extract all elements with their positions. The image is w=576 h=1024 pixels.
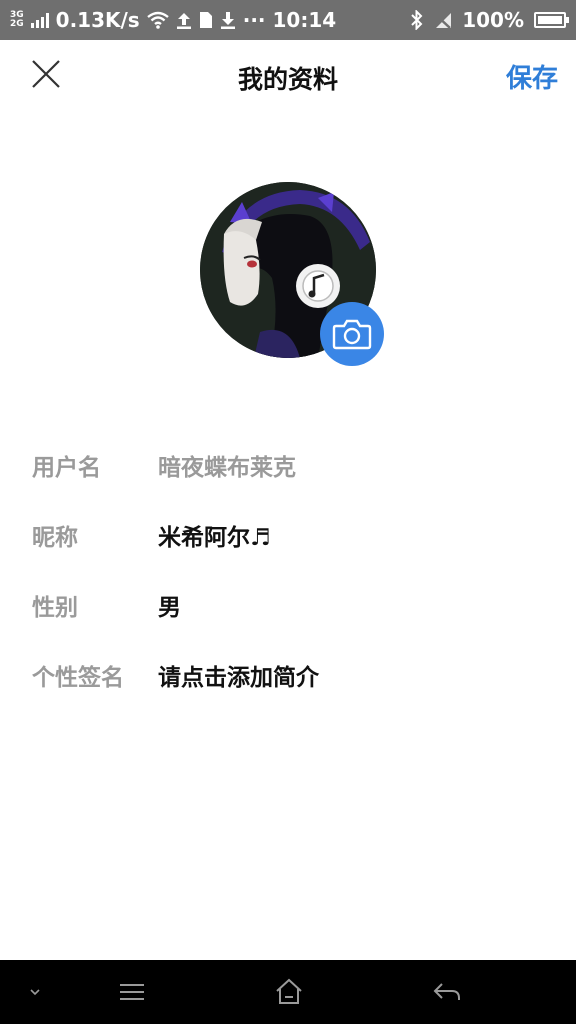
network-speed: 0.13K/s [55,8,140,32]
nickname-row[interactable]: 昵称 米希阿尔♬ [0,510,576,560]
menu-icon [120,984,144,1000]
signature-value[interactable]: 请点击添加简介 [158,658,319,692]
change-avatar-button[interactable] [320,302,384,366]
status-left: 3G 2G 0.13K/s ··· 10:14 [10,8,336,32]
status-time: 10:14 [272,8,337,32]
no-signal-icon [434,11,452,29]
bluetooth-icon [410,10,424,30]
avatar-section [200,182,384,366]
wifi-icon [146,11,169,29]
save-button[interactable]: 保存 [506,58,558,95]
battery-percent: 100% [462,8,524,32]
status-right: 100% [410,8,569,32]
upload-icon [176,11,192,29]
navigation-bar [0,960,576,1024]
status-bar: 3G 2G 0.13K/s ··· 10:14 100% [0,0,576,40]
sim-card-icon [199,11,213,29]
signature-label: 个性签名 [32,665,124,691]
nickname-value[interactable]: 米希阿尔♬ [158,518,271,552]
network-type: 3G 2G [10,11,24,29]
nav-collapse-button[interactable] [18,976,52,1008]
page-title: 我的资料 [237,65,338,94]
signal-icon [30,12,49,28]
signature-row[interactable]: 个性签名 请点击添加简介 [0,650,576,700]
nav-menu-button[interactable] [115,976,149,1008]
battery-fill [538,16,562,24]
gender-value[interactable]: 男 [158,588,181,622]
download-icon [220,11,236,29]
more-notifications: ··· [242,8,266,32]
nickname-label: 昵称 [32,525,78,551]
battery-icon [534,12,569,28]
nav-home-button[interactable] [272,976,306,1008]
chevron-down-icon [30,989,40,996]
username-row: 用户名 暗夜蝶布莱克 [0,440,576,490]
back-icon [433,983,460,1000]
username-value: 暗夜蝶布莱克 [158,455,296,481]
nav-back-button[interactable] [430,976,464,1008]
gender-row[interactable]: 性别 男 [0,580,576,630]
network-type-bottom: 2G [10,19,24,29]
camera-icon [332,319,372,350]
header: 我的资料 保存 [0,40,576,110]
home-icon [276,978,302,1004]
gender-label: 性别 [32,595,78,621]
username-label: 用户名 [32,455,101,481]
